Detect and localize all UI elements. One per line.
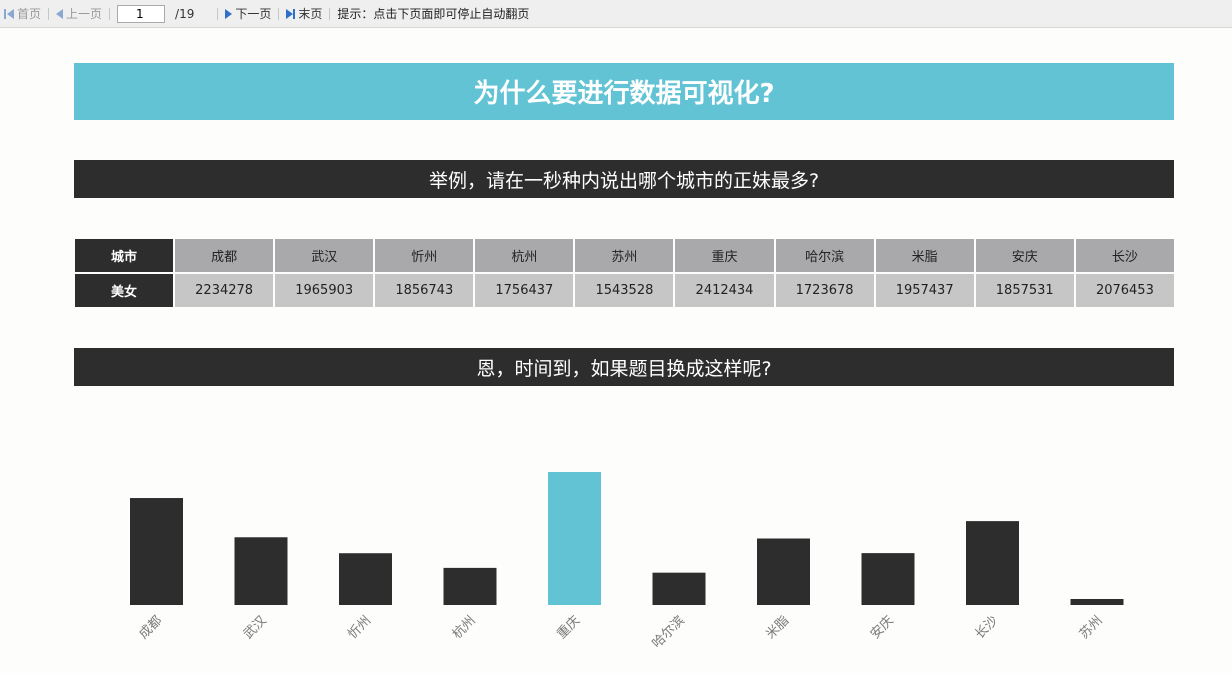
first-page-button[interactable]: 首页	[4, 0, 41, 28]
toolbar-divider	[109, 7, 111, 20]
last-page-label: 末页	[298, 7, 323, 21]
autoplay-hint: 提示：点击下页面即可停止自动翻页	[337, 7, 530, 21]
table-cell-city: 苏州	[575, 239, 674, 272]
first-page-icon	[4, 8, 6, 19]
chart-tick-label: 米脂	[763, 613, 792, 642]
chart-tick-label: 杭州	[450, 613, 479, 642]
followup-heading: 恩，时间到，如果题目换成这样呢?	[74, 348, 1174, 386]
chart-bar	[861, 553, 915, 605]
table-cell-city: 武汉	[275, 239, 374, 272]
chart-bar	[339, 553, 392, 605]
chart-bar	[443, 567, 497, 605]
table-cell-city: 成都	[175, 239, 274, 272]
slide-title: 为什么要进行数据可视化?	[74, 63, 1174, 120]
table-row-cities: 城市 成都 武汉 忻州 杭州 苏州 重庆 哈尔滨 米脂 安庆 长沙	[75, 239, 1174, 272]
toolbar-divider	[329, 7, 331, 20]
chart-bar	[966, 521, 1019, 605]
table-cell-city: 忻州	[375, 239, 474, 272]
page-total: /19	[175, 6, 195, 21]
next-page-icon	[225, 8, 233, 19]
table-cell-value: 2076453	[1075, 274, 1174, 307]
table-row-header-city: 城市	[75, 239, 174, 272]
table-cell-city: 长沙	[1075, 239, 1174, 272]
toolbar-divider	[217, 7, 219, 20]
table-cell-city: 重庆	[675, 239, 774, 272]
chart-tick-label: 安庆	[868, 613, 897, 642]
table-cell-value: 1965903	[275, 274, 374, 307]
chart-tick-label: 苏州	[1076, 613, 1106, 643]
chart-tick-label: 重庆	[554, 613, 584, 643]
chart-bar	[652, 572, 706, 605]
table-cell-value: 1543528	[575, 274, 674, 307]
chart-bar	[757, 538, 810, 605]
last-page-button[interactable]: 末页	[286, 0, 322, 28]
table-cell-value: 2412434	[675, 274, 774, 307]
city-data-table: 城市 成都 武汉 忻州 杭州 苏州 重庆 哈尔滨 米脂 安庆 长沙 美女 2234278 19659…	[73, 237, 1176, 309]
table-cell-city: 杭州	[475, 239, 574, 272]
table-cell-value: 1957437	[875, 274, 974, 307]
prev-page-label: 上一页	[66, 7, 103, 21]
chart-tick-label: 忻州	[345, 613, 374, 642]
first-page-label: 首页	[17, 7, 42, 21]
chart-bar	[1070, 599, 1124, 605]
table-cell-city: 哈尔滨	[775, 239, 874, 272]
prev-page-button[interactable]: 上一页	[56, 0, 102, 28]
last-page-icon	[286, 8, 294, 19]
prev-page-icon	[56, 8, 64, 19]
table-row-values: 美女 2234278 1965903 1856743 1756437 1543528 24…	[75, 274, 1174, 307]
chart-tick-label: 哈尔滨	[649, 613, 688, 652]
next-page-label: 下一页	[235, 7, 272, 21]
chart-bar	[234, 537, 288, 605]
table-cell-city: 安庆	[975, 239, 1074, 272]
next-page-button[interactable]: 下一页	[225, 0, 271, 28]
table-cell-value: 2234278	[175, 274, 274, 307]
table-cell-value: 1723678	[775, 274, 874, 307]
chart-tick-label: 武汉	[241, 613, 270, 642]
chart-bar	[548, 472, 601, 605]
chart-tick-label: 长沙	[972, 613, 1001, 642]
table-cell-value: 1857531	[975, 274, 1074, 307]
city-bar-chart: 成都 武汉 忻州 杭州 重庆 哈尔滨 米脂 安庆 长沙 苏州	[130, 472, 1124, 652]
table-cell-value: 1856743	[375, 274, 474, 307]
pager-toolbar: 首页 上一页 /19 下一页 末页 提示：点击下页面即可停止自动翻页	[0, 0, 1232, 28]
table-cell-value: 1756437	[475, 274, 574, 307]
page-number-input[interactable]	[117, 4, 166, 23]
toolbar-divider	[278, 7, 280, 20]
chart-bar	[130, 498, 183, 605]
question-heading: 举例，请在一秒种内说出哪个城市的正妹最多?	[74, 160, 1174, 198]
chart-tick-label: 成都	[136, 613, 165, 642]
toolbar-divider	[48, 7, 50, 20]
table-row-header-count: 美女	[75, 274, 174, 307]
table-cell-city: 米脂	[875, 239, 974, 272]
